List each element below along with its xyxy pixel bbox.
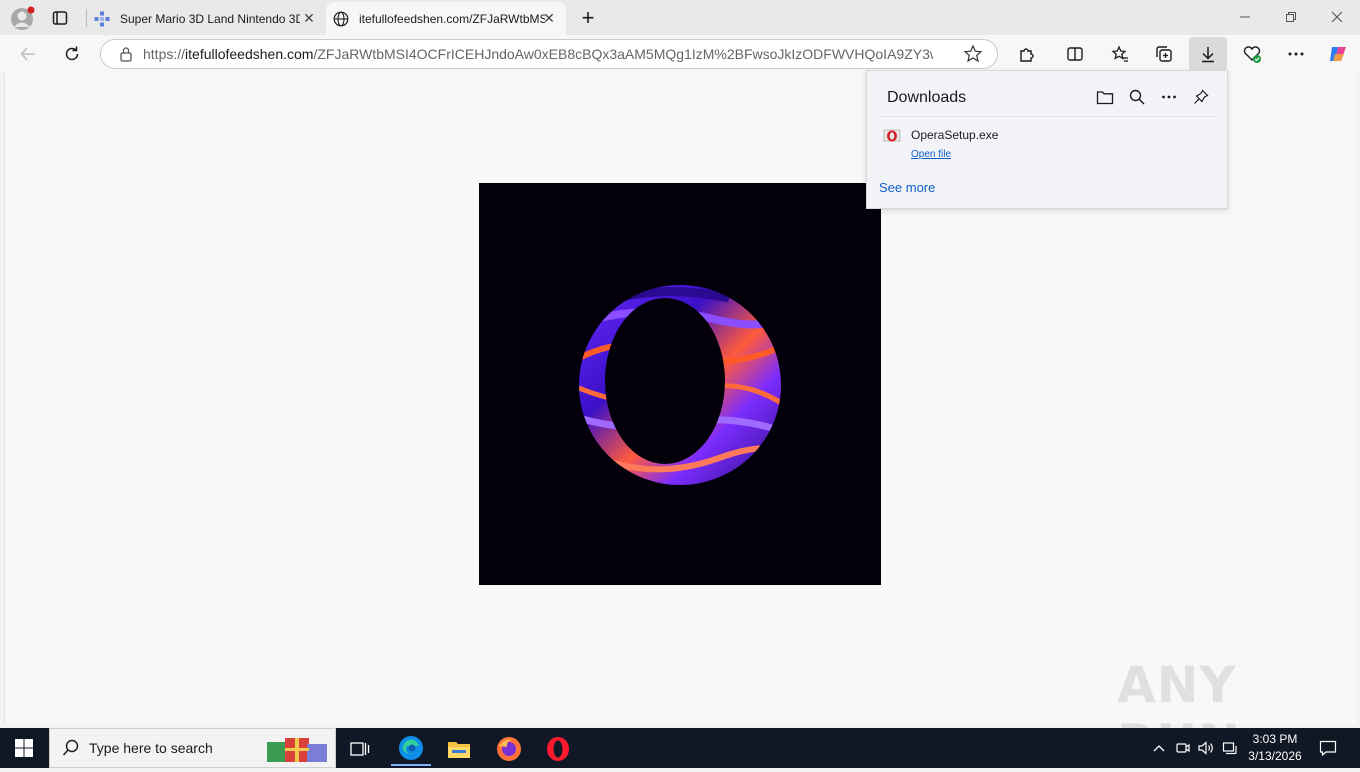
restore-icon bbox=[1286, 12, 1296, 22]
split-screen-icon bbox=[1067, 47, 1083, 61]
download-filename[interactable]: OperaSetup.exe bbox=[911, 128, 998, 142]
show-hidden-icons-button[interactable] bbox=[1150, 728, 1168, 768]
firefox-taskbar-button[interactable] bbox=[489, 732, 529, 766]
volume-icon[interactable] bbox=[1197, 728, 1215, 768]
task-view-icon bbox=[350, 742, 370, 756]
meet-now-icon[interactable] bbox=[1174, 728, 1192, 768]
address-bar[interactable]: https://itefullofeedshen.com/ZFJaRWtbMSI… bbox=[100, 39, 998, 69]
edge-taskbar-button[interactable] bbox=[391, 732, 431, 766]
downloads-button[interactable] bbox=[1189, 37, 1227, 71]
copilot-icon bbox=[1330, 47, 1346, 61]
restore-button[interactable] bbox=[1274, 5, 1308, 29]
see-more-link[interactable]: See more bbox=[879, 180, 935, 195]
opera-file-icon bbox=[883, 129, 901, 142]
tab-super-mario[interactable]: Super Mario 3D Land Nintendo 3DS ✕ bbox=[87, 2, 326, 35]
notification-icon bbox=[1319, 740, 1337, 756]
profile-avatar[interactable] bbox=[8, 5, 36, 33]
open-downloads-folder-button[interactable] bbox=[1093, 85, 1117, 109]
lock-icon[interactable] bbox=[119, 46, 133, 62]
speaker-icon bbox=[1198, 741, 1213, 755]
downloads-more-options-button[interactable] bbox=[1157, 85, 1181, 109]
minimize-button[interactable] bbox=[1228, 5, 1262, 29]
search-downloads-button[interactable] bbox=[1125, 85, 1149, 109]
downloads-title: Downloads bbox=[887, 89, 967, 106]
opera-icon bbox=[547, 737, 569, 761]
search-placeholder: Type here to search bbox=[89, 740, 213, 756]
windows-logo-icon bbox=[15, 739, 33, 757]
url-path: /ZFJaRWtbMSI4OCFrICEHJndoAw0xEB8cBQx3aAM… bbox=[313, 46, 933, 62]
taskbar-search-box[interactable]: Type here to search bbox=[49, 728, 336, 768]
gamepad-icon bbox=[94, 11, 110, 26]
globe-icon bbox=[333, 11, 349, 26]
edge-icon bbox=[399, 736, 423, 760]
heart-pulse-icon bbox=[1243, 46, 1261, 63]
url-host: itefullofeedshen.com bbox=[185, 46, 314, 62]
url-text[interactable]: https://itefullofeedshen.com/ZFJaRWtbMSI… bbox=[143, 46, 933, 62]
minimize-icon bbox=[1240, 16, 1250, 18]
favorites-button[interactable] bbox=[1104, 38, 1136, 70]
folder-icon bbox=[448, 742, 470, 758]
file-explorer-taskbar-button[interactable] bbox=[439, 732, 479, 766]
favorites-list-icon bbox=[1111, 45, 1128, 62]
tab-actions-button[interactable] bbox=[44, 5, 76, 31]
tab-actions-icon bbox=[52, 11, 68, 25]
extensions-button[interactable] bbox=[1011, 38, 1043, 70]
close-tab-icon[interactable]: ✕ bbox=[302, 11, 316, 25]
more-dots-icon bbox=[1162, 95, 1176, 99]
copilot-button[interactable] bbox=[1322, 38, 1354, 70]
profile-icon bbox=[11, 6, 35, 30]
tab-title: Super Mario 3D Land Nintendo 3DS bbox=[120, 11, 300, 26]
taskbar: Type here to search 3:03 PM 3/13/2026 bbox=[0, 728, 1360, 768]
tab-title: itefullofeedshen.com/ZFJaRWtbMSI4OCFrICE… bbox=[359, 11, 545, 26]
download-icon bbox=[1202, 47, 1214, 63]
open-file-link[interactable]: Open file bbox=[911, 149, 951, 160]
network-icon[interactable] bbox=[1221, 728, 1239, 768]
divider bbox=[879, 116, 1217, 117]
start-button[interactable] bbox=[0, 728, 48, 768]
search-icon bbox=[62, 739, 79, 756]
close-tab-icon[interactable]: ✕ bbox=[542, 11, 556, 25]
pin-icon bbox=[1194, 89, 1209, 104]
refresh-icon bbox=[65, 46, 79, 61]
close-window-button[interactable] bbox=[1320, 5, 1354, 29]
puzzle-icon bbox=[1020, 48, 1034, 62]
tab-current-site[interactable]: itefullofeedshen.com/ZFJaRWtbMSI4OCFrICE… bbox=[326, 2, 566, 35]
arrow-left-icon bbox=[20, 47, 35, 61]
clock-time: 3:03 PM bbox=[1252, 732, 1298, 746]
opera-splash-image bbox=[479, 183, 881, 585]
tab-strip: Super Mario 3D Land Nintendo 3DS ✕ itefu… bbox=[0, 0, 1360, 35]
opera-taskbar-button[interactable] bbox=[538, 732, 578, 766]
chevron-up-icon bbox=[1153, 745, 1165, 752]
collections-button[interactable] bbox=[1148, 38, 1180, 70]
split-screen-button[interactable] bbox=[1059, 38, 1091, 70]
camera-icon bbox=[1176, 743, 1190, 753]
search-icon bbox=[1129, 89, 1145, 105]
opera-logo-icon bbox=[574, 278, 792, 493]
browser-essentials-button[interactable] bbox=[1236, 38, 1268, 70]
settings-more-button[interactable] bbox=[1280, 38, 1312, 70]
refresh-button[interactable] bbox=[56, 38, 88, 70]
folder-icon bbox=[1096, 91, 1114, 105]
close-icon bbox=[1331, 11, 1343, 23]
more-dots-icon bbox=[1288, 52, 1304, 56]
browser-toolbar: https://itefullofeedshen.com/ZFJaRWtbMSI… bbox=[0, 35, 1360, 73]
ethernet-icon bbox=[1222, 742, 1237, 755]
back-button[interactable] bbox=[12, 38, 44, 70]
pin-downloads-button[interactable] bbox=[1189, 85, 1213, 109]
favorite-star-icon[interactable] bbox=[963, 44, 983, 64]
downloads-panel: Downloads OperaSetup.exe Open file See m… bbox=[866, 70, 1228, 209]
firefox-icon bbox=[497, 737, 521, 761]
taskbar-clock[interactable]: 3:03 PM 3/13/2026 bbox=[1242, 731, 1308, 765]
search-highlight-gifts-icon[interactable] bbox=[263, 732, 333, 764]
new-tab-button[interactable]: + bbox=[575, 5, 601, 31]
notifications-button[interactable] bbox=[1314, 728, 1342, 768]
task-view-button[interactable] bbox=[340, 732, 380, 766]
collections-icon bbox=[1156, 46, 1172, 62]
clock-date: 3/13/2026 bbox=[1248, 749, 1302, 763]
url-scheme: https:// bbox=[143, 46, 186, 62]
